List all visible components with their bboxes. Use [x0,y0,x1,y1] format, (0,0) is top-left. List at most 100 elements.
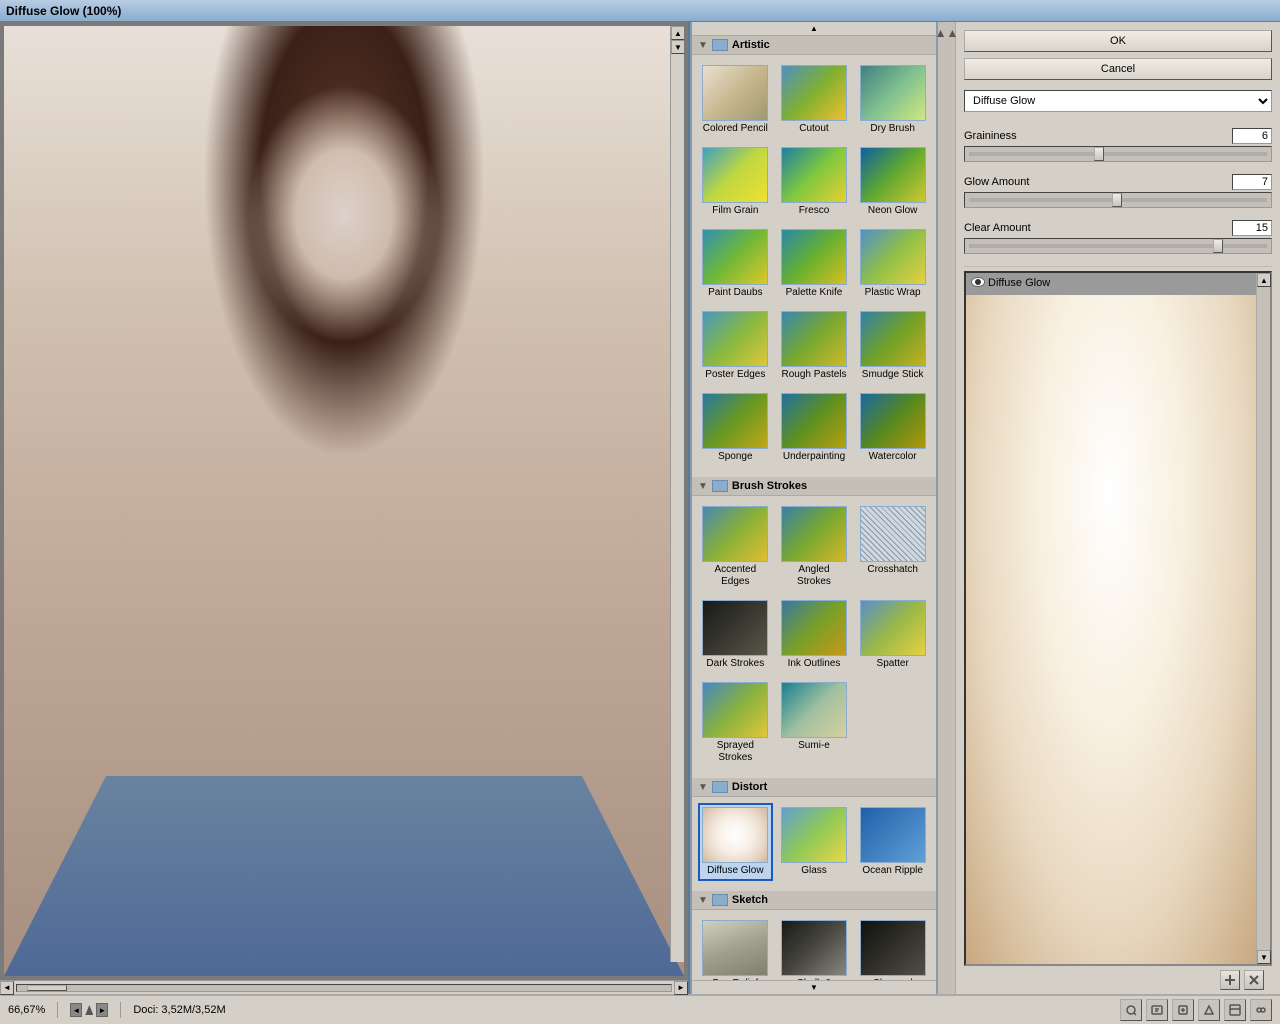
label-diffuse-glow: Diffuse Glow [707,865,764,877]
preview-panel: Diffuse Glow ▲ ▼ [964,271,1272,966]
glow-amount-label: Glow Amount [964,176,1029,188]
filter-palette-knife[interactable]: Palette Knife [777,225,852,303]
ok-button[interactable]: OK [964,30,1272,52]
cancel-button[interactable]: Cancel [964,58,1272,80]
graininess-value[interactable] [1232,128,1272,144]
clear-amount-value[interactable] [1232,220,1272,236]
label-sumie: Sumi-e [798,740,830,752]
section-brush-strokes-header[interactable]: Brush Strokes [692,477,936,496]
preview-scroll-down[interactable]: ▼ [1257,950,1271,964]
preview-scrollbar-v[interactable]: ▲ ▼ [1256,273,1270,964]
filter-fresco[interactable]: Fresco [777,143,852,221]
filter-sprayed-strokes[interactable]: Sprayed Strokes [698,678,773,768]
bottom-icon-6[interactable] [1250,999,1272,1021]
thumb-rough-pastels [781,311,847,367]
preview-label: Diffuse Glow [988,277,1050,289]
clear-amount-label: Clear Amount [964,222,1031,234]
label-crosshatch: Crosshatch [867,564,918,576]
filter-scroll-up[interactable]: ▲ [692,22,936,36]
filter-film-grain[interactable]: Film Grain [698,143,773,221]
filter-sponge[interactable]: Sponge [698,389,773,467]
glow-amount-thumb[interactable] [1112,193,1122,207]
sketch-folder-icon [712,894,728,906]
filter-list[interactable]: Artistic Colored Pencil Cutout Dry Brush [692,36,936,980]
brush-strokes-folder-icon [712,480,728,492]
label-sprayed-strokes: Sprayed Strokes [702,740,769,764]
filter-smudge-stick[interactable]: Smudge Stick [855,307,930,385]
preview-content [966,295,1256,964]
bottom-icon-1[interactable] [1120,999,1142,1021]
canvas-scrollbar-h[interactable]: ◄ ► [0,980,688,994]
filter-ink-outlines[interactable]: Ink Outlines [777,596,852,674]
filter-scroll-down[interactable]: ▼ [692,980,936,994]
filter-angled-strokes[interactable]: Angled Strokes [777,502,852,592]
progress-controls: ◄ ► [70,1003,108,1017]
filter-select[interactable]: Diffuse Glow Glass Ocean Ripple [964,90,1272,112]
preview-visibility-icon[interactable] [971,277,985,287]
filter-neon-glow[interactable]: Neon Glow [855,143,930,221]
filter-glass[interactable]: Glass [777,803,852,881]
filter-poster-edges[interactable]: Poster Edges [698,307,773,385]
graininess-slider[interactable] [964,146,1272,162]
section-artistic-header[interactable]: Artistic [692,36,936,55]
filter-ocean-ripple[interactable]: Ocean Ripple [855,803,930,881]
glow-amount-slider[interactable] [964,192,1272,208]
filter-sumie[interactable]: Sumi-e [777,678,852,768]
label-palette-knife: Palette Knife [786,287,843,299]
bottom-icon-4[interactable] [1198,999,1220,1021]
settings-bottom-icons [964,966,1272,994]
new-effect-button[interactable] [1220,970,1240,990]
bottom-icon-2[interactable] [1146,999,1168,1021]
filter-bas-relief[interactable]: Bas Relief [698,916,773,980]
label-watercolor: Watercolor [869,451,917,463]
section-sketch-header[interactable]: Sketch [692,891,936,910]
filter-underpainting[interactable]: Underpainting [777,389,852,467]
param-glow-amount: Glow Amount [964,174,1272,208]
bottom-icon-3[interactable] [1172,999,1194,1021]
panel-collapse-btn[interactable]: ▲▲ [938,22,956,994]
filter-colored-pencil[interactable]: Colored Pencil [698,61,773,139]
progress-fwd-btn[interactable]: ► [96,1003,108,1017]
label-smudge-stick: Smudge Stick [862,369,924,381]
filter-rough-pastels[interactable]: Rough Pastels [777,307,852,385]
filter-chalk-charcoal[interactable]: Chalk & Charcoal [777,916,852,980]
thumb-cutout [781,65,847,121]
filter-dark-strokes[interactable]: Dark Strokes [698,596,773,674]
label-spatter: Spatter [877,658,909,670]
section-artistic: Artistic Colored Pencil Cutout Dry Brush [692,36,936,473]
thumb-chalk-charcoal [781,920,847,976]
filter-diffuse-glow[interactable]: Diffuse Glow [698,803,773,881]
canvas-scrollbar-v[interactable]: ▲ ▼ [670,26,684,962]
filter-crosshatch[interactable]: Crosshatch [855,502,930,592]
scroll-right-btn[interactable]: ► [674,981,688,995]
preview-section: Diffuse Glow ▲ ▼ [964,271,1272,994]
glow-amount-value[interactable] [1232,174,1272,190]
section-brush-strokes: Brush Strokes Accented Edges Angled Stro… [692,477,936,774]
section-distort-header[interactable]: Distort [692,778,936,797]
scroll-left-btn[interactable]: ◄ [0,981,14,995]
clear-amount-thumb[interactable] [1213,239,1223,253]
delete-effect-button[interactable] [1244,970,1264,990]
scroll-up-btn[interactable]: ▲ [671,26,684,40]
filter-charcoal[interactable]: Charcoal [855,916,930,980]
canvas-area[interactable]: ▲ ▼ [4,26,684,976]
filter-watercolor[interactable]: Watercolor [855,389,930,467]
clear-amount-slider[interactable] [964,238,1272,254]
filter-dry-brush[interactable]: Dry Brush [855,61,930,139]
thumb-charcoal [860,920,926,976]
bottom-icon-5[interactable] [1224,999,1246,1021]
progress-back-btn[interactable]: ◄ [70,1003,82,1017]
graininess-thumb[interactable] [1094,147,1104,161]
filter-accented-edges[interactable]: Accented Edges [698,502,773,592]
preview-scroll-up[interactable]: ▲ [1257,273,1271,287]
filter-plastic-wrap[interactable]: Plastic Wrap [855,225,930,303]
label-paint-daubs: Paint Daubs [708,287,762,299]
thumb-diffuse-glow [702,807,768,863]
h-scroll-thumb[interactable] [27,985,67,991]
title-text: Diffuse Glow (100%) [6,4,121,18]
filter-cutout[interactable]: Cutout [777,61,852,139]
h-scroll-track[interactable] [16,984,672,992]
filter-paint-daubs[interactable]: Paint Daubs [698,225,773,303]
scroll-down-btn[interactable]: ▼ [671,40,684,54]
filter-spatter[interactable]: Spatter [855,596,930,674]
